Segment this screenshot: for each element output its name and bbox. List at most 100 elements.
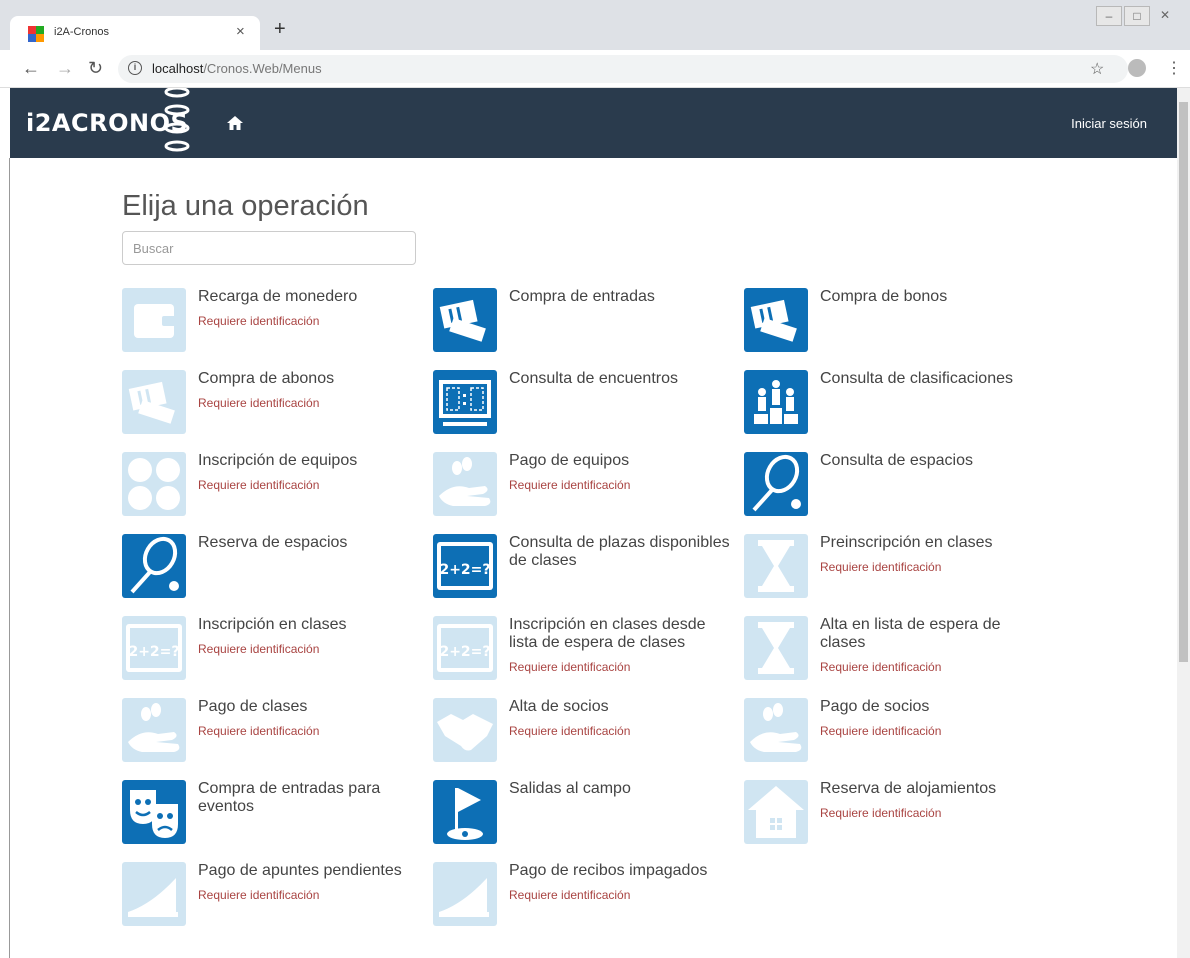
- window-controls: – □ ✕: [1096, 6, 1178, 26]
- requires-id-note: Requiere identificación: [820, 724, 942, 738]
- podium-icon[interactable]: [744, 370, 808, 434]
- operation-pago-de-clases[interactable]: Pago de clases Requiere identificación: [122, 698, 422, 770]
- operation-label[interactable]: Consulta de clasificaciones: [820, 370, 1042, 388]
- back-icon[interactable]: ←: [22, 58, 40, 79]
- info-icon[interactable]: i: [128, 61, 142, 75]
- address-bar[interactable]: i localhost/Cronos.Web/Menus: [118, 55, 1128, 83]
- hourglass-icon[interactable]: [744, 616, 808, 680]
- operation-compra-de-bonos[interactable]: Compra de bonos: [744, 288, 1044, 360]
- home-icon[interactable]: [226, 114, 244, 132]
- operation-salidas-al-campo[interactable]: Salidas al campo: [433, 780, 733, 852]
- url-text: localhost/Cronos.Web/Menus: [152, 61, 322, 76]
- requires-id-note: Requiere identificación: [820, 560, 942, 574]
- operation-label[interactable]: Reserva de espacios: [198, 534, 420, 552]
- operation-compra-de-abonos[interactable]: Compra de abonos Requiere identificación: [122, 370, 422, 442]
- racket-icon[interactable]: [744, 452, 808, 516]
- operation-label[interactable]: Pago de equipos: [509, 452, 731, 470]
- balls-icon[interactable]: [122, 452, 186, 516]
- operation-label[interactable]: Salidas al campo: [509, 780, 731, 798]
- operation-label[interactable]: Inscripción de equipos: [198, 452, 420, 470]
- operation-label[interactable]: Compra de abonos: [198, 370, 420, 388]
- operation-compra-de-entradas[interactable]: Compra de entradas: [433, 288, 733, 360]
- operation-label[interactable]: Alta en lista de espera de clases: [820, 616, 1042, 652]
- house-icon[interactable]: [744, 780, 808, 844]
- operation-label[interactable]: Pago de recibos impagados: [509, 862, 731, 880]
- coins-hand-icon[interactable]: [433, 452, 497, 516]
- tab-title: i2A-Cronos: [54, 26, 110, 38]
- forward-icon[interactable]: →: [56, 58, 74, 79]
- scrollbar-thumb[interactable]: [1179, 102, 1188, 662]
- operation-label[interactable]: Pago de clases: [198, 698, 420, 716]
- menu-kebab-icon[interactable]: ⋮: [1166, 58, 1182, 78]
- coins-hand-icon[interactable]: [122, 698, 186, 762]
- operation-label[interactable]: Compra de bonos: [820, 288, 1042, 306]
- operation-inscripcion-de-equipos[interactable]: Inscripción de equipos Requiere identific…: [122, 452, 422, 524]
- browser-tab[interactable]: i2A-Cronos ×: [10, 16, 260, 50]
- profile-avatar-icon[interactable]: [1128, 59, 1146, 77]
- logo-rings-icon: [164, 88, 190, 152]
- operation-label[interactable]: Recarga de monedero: [198, 288, 420, 306]
- operation-preinscripcion-en-clases[interactable]: Preinscripción en clases Requiere identif…: [744, 534, 1044, 606]
- operation-label[interactable]: Pago de apuntes pendientes: [198, 862, 420, 880]
- receipt-icon[interactable]: [122, 862, 186, 926]
- blackboard-icon[interactable]: 2+2=?: [433, 616, 497, 680]
- maximize-icon[interactable]: □: [1124, 6, 1150, 26]
- receipt-icon[interactable]: [433, 862, 497, 926]
- bookmark-star-icon[interactable]: ☆: [1090, 59, 1104, 79]
- operation-label[interactable]: Inscripción en clases desde lista de esp…: [509, 616, 731, 652]
- scoreboard-icon[interactable]: [433, 370, 497, 434]
- operation-label[interactable]: Compra de entradas: [509, 288, 731, 306]
- tickets-icon[interactable]: [744, 288, 808, 352]
- operation-label[interactable]: Preinscripción en clases: [820, 534, 1042, 552]
- blackboard-icon[interactable]: 2+2=?: [122, 616, 186, 680]
- operation-label[interactable]: Consulta de encuentros: [509, 370, 731, 388]
- operation-reserva-de-espacios[interactable]: Reserva de espacios: [122, 534, 422, 606]
- reload-icon[interactable]: ↻: [88, 58, 103, 79]
- operation-label[interactable]: Inscripción en clases: [198, 616, 420, 634]
- close-window-icon[interactable]: ✕: [1152, 6, 1178, 26]
- operation-pago-de-recibos-impagados[interactable]: Pago de recibos impagados Requiere identi…: [433, 862, 733, 934]
- requires-id-note: Requiere identificación: [198, 396, 320, 410]
- minimize-icon[interactable]: –: [1096, 6, 1122, 26]
- page-title: Elija una operación: [122, 190, 369, 222]
- browser-toolbar: ← → ↻ i localhost/Cronos.Web/Menus ☆ ⋮: [0, 50, 1190, 88]
- handshake-icon[interactable]: [433, 698, 497, 762]
- theater-masks-icon[interactable]: [122, 780, 186, 844]
- operation-consulta-de-espacios[interactable]: Consulta de espacios: [744, 452, 1044, 524]
- golf-flag-icon[interactable]: [433, 780, 497, 844]
- operation-label[interactable]: Pago de socios: [820, 698, 1042, 716]
- tickets-icon[interactable]: [433, 288, 497, 352]
- operation-inscripcion-en-clases[interactable]: 2+2=? Inscripción en clases Requiere ident…: [122, 616, 422, 688]
- racket-icon[interactable]: [122, 534, 186, 598]
- operation-pago-de-socios[interactable]: Pago de socios Requiere identificación: [744, 698, 1044, 770]
- login-link[interactable]: Iniciar sesión: [1071, 116, 1147, 131]
- operation-label[interactable]: Consulta de plazas disponibles de clases: [509, 534, 731, 570]
- operation-label[interactable]: Alta de socios: [509, 698, 731, 716]
- requires-id-note: Requiere identificación: [820, 806, 942, 820]
- operation-pago-de-equipos[interactable]: Pago de equipos Requiere identificación: [433, 452, 733, 524]
- operation-label[interactable]: Consulta de espacios: [820, 452, 1042, 470]
- operation-label[interactable]: Compra de entradas para eventos: [198, 780, 420, 816]
- coins-hand-icon[interactable]: [744, 698, 808, 762]
- operation-recarga-de-monedero[interactable]: Recarga de monedero Requiere identificaci…: [122, 288, 422, 360]
- operation-consulta-de-clasificaciones[interactable]: Consulta de clasificaciones: [744, 370, 1044, 442]
- scrollbar[interactable]: [1177, 88, 1190, 958]
- search-input[interactable]: [122, 231, 416, 265]
- operation-label[interactable]: Reserva de alojamientos: [820, 780, 1042, 798]
- operation-consulta-de-plazas-disponibles-de-clases[interactable]: 2+2=? Consulta de plazas disponibles de c…: [433, 534, 733, 606]
- operation-pago-de-apuntes-pendientes[interactable]: Pago de apuntes pendientes Requiere ident…: [122, 862, 422, 934]
- operation-compra-de-entradas-para-eventos[interactable]: Compra de entradas para eventos: [122, 780, 422, 852]
- tab-close-icon[interactable]: ×: [236, 23, 245, 40]
- new-tab-icon[interactable]: +: [274, 18, 286, 41]
- wallet-icon[interactable]: [122, 288, 186, 352]
- operation-alta-en-lista-de-espera-de-clases[interactable]: Alta en lista de espera de clases Requier…: [744, 616, 1044, 688]
- tickets-icon[interactable]: [122, 370, 186, 434]
- operation-consulta-de-encuentros[interactable]: Consulta de encuentros: [433, 370, 733, 442]
- operation-reserva-de-alojamientos[interactable]: Reserva de alojamientos Requiere identifi…: [744, 780, 1044, 852]
- requires-id-note: Requiere identificación: [820, 660, 942, 674]
- hourglass-icon[interactable]: [744, 534, 808, 598]
- requires-id-note: Requiere identificación: [509, 478, 631, 492]
- blackboard-icon[interactable]: 2+2=?: [433, 534, 497, 598]
- operation-inscripcion-en-clases-desde-lista-de-espera-de-clases[interactable]: 2+2=? Inscripción en clases desde lista d…: [433, 616, 733, 688]
- operation-alta-de-socios[interactable]: Alta de socios Requiere identificación: [433, 698, 733, 770]
